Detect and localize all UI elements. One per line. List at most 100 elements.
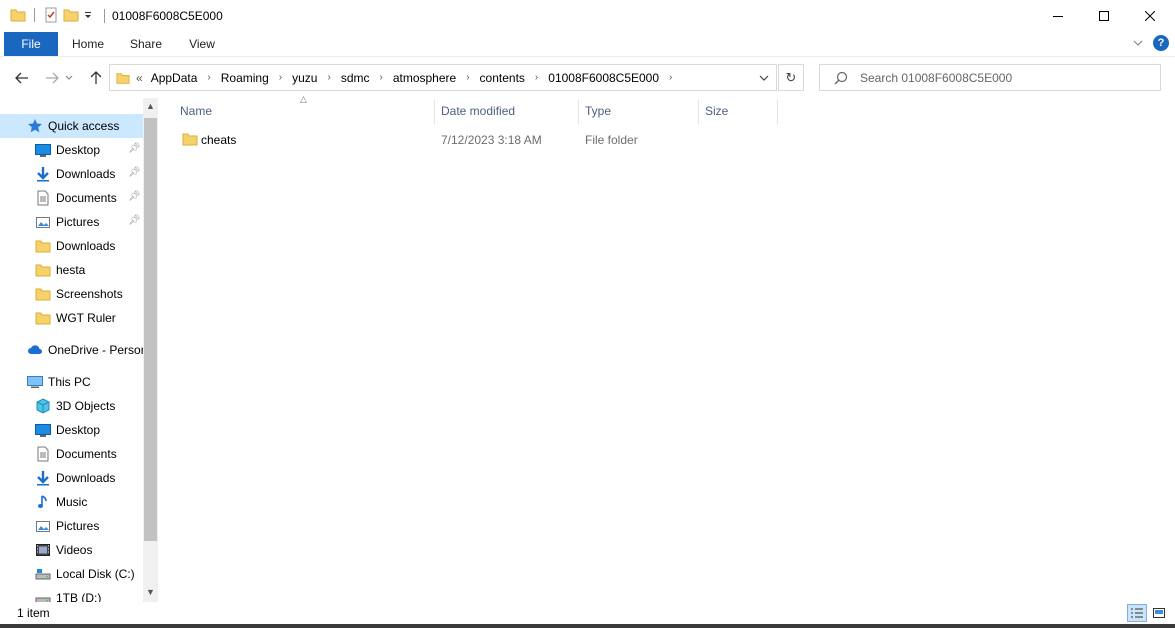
recent-locations-button[interactable] [62,67,76,89]
column-header-size[interactable]: Size [705,104,728,124]
refresh-button[interactable]: ↻ [778,64,804,91]
breadcrumb-overflow[interactable]: « [136,71,143,85]
chevron-right-icon[interactable]: › [379,72,382,83]
minimize-button[interactable] [1035,0,1081,32]
search-icon [834,71,848,85]
file-list: △ Name Date modified Type Size cheats 7/… [160,94,1175,602]
chevron-right-icon[interactable]: › [466,72,469,83]
help-icon[interactable]: ? [1153,35,1169,51]
tab-file[interactable]: File [4,32,58,56]
customize-toolbar-icon[interactable] [83,7,93,23]
scroll-up-arrow[interactable]: ▲ [143,98,158,114]
chevron-right-icon[interactable]: › [669,72,672,83]
address-history-button[interactable] [752,65,776,90]
new-folder-icon[interactable] [63,7,79,23]
maximize-button[interactable] [1081,0,1127,32]
sidebar-scrollbar[interactable]: ▲ ▼ [143,98,158,602]
chevron-right-icon[interactable]: › [279,72,282,83]
breadcrumb-roaming[interactable]: Roaming [221,71,269,85]
chevron-right-icon[interactable]: › [327,72,330,83]
tab-view[interactable]: View [182,32,222,56]
star-icon [27,118,43,134]
sidebar-item-label: WGT Ruler [56,311,116,325]
separator [34,8,35,22]
sidebar-item-documents-pinned[interactable]: Documents 📌︎ [0,186,143,210]
sidebar-item-pictures[interactable]: Pictures [0,514,143,538]
sidebar-item-this-pc[interactable]: This PC [0,370,143,394]
sidebar-item-videos[interactable]: Videos [0,538,143,562]
column-header-date-modified[interactable]: Date modified [441,104,515,124]
sidebar-item-label: This PC [48,375,91,389]
breadcrumb-sdmc[interactable]: sdmc [341,71,370,85]
sidebar-item-downloads[interactable]: Downloads [0,466,143,490]
maximize-icon [1099,11,1109,21]
status-bar: 1 item [0,602,1175,624]
sidebar-item-label: Pictures [56,215,100,229]
quick-access-toolbar [10,7,93,23]
sidebar-item-downloads-pinned[interactable]: Downloads 📌︎ [0,162,143,186]
sidebar-item-local-disk-c[interactable]: Local Disk (C:) [0,562,143,586]
folder-icon [35,262,51,278]
file-type: File folder [585,133,638,147]
breadcrumb-contents[interactable]: contents [480,71,525,85]
sidebar-item-screenshots[interactable]: Screenshots [0,282,143,306]
cube-icon [35,398,51,414]
expand-ribbon-icon[interactable] [1133,39,1143,47]
tab-home[interactable]: Home [66,32,110,56]
pin-icon: 📌︎ [128,143,141,154]
desktop-icon [35,422,51,438]
up-button[interactable] [85,67,107,89]
forward-button[interactable] [41,67,63,89]
details-view-button[interactable] [1127,604,1147,622]
chevron-right-icon[interactable]: › [207,72,210,83]
column-header-type[interactable]: Type [585,104,611,124]
sidebar-item-onedrive[interactable]: OneDrive - Persor [0,338,143,362]
sidebar-item-label: Videos [56,543,93,557]
close-button[interactable] [1127,0,1173,32]
breadcrumb-appdata[interactable]: AppData [151,71,198,85]
navigation-bar: « AppData › Roaming › yuzu › sdmc › atmo… [0,56,1175,98]
sidebar-item-3d-objects[interactable]: 3D Objects [0,394,143,418]
sidebar-item-label: Quick access [48,119,120,133]
sidebar-item-documents[interactable]: Documents [0,442,143,466]
breadcrumb-atmosphere[interactable]: atmosphere [393,71,456,85]
tab-share[interactable]: Share [124,32,168,56]
large-icons-view-icon [1152,607,1166,619]
breadcrumb-yuzu[interactable]: yuzu [292,71,317,85]
table-row[interactable]: cheats 7/12/2023 3:18 AM File folder [176,128,776,150]
sidebar-item-wgt-ruler[interactable]: WGT Ruler [0,306,143,330]
column-divider[interactable] [777,100,778,124]
search-box[interactable]: Search 01008F6008C5E000 [819,64,1161,91]
back-button[interactable] [11,67,33,89]
sidebar-item-pictures-pinned[interactable]: Pictures 📌︎ [0,210,143,234]
column-header-name[interactable]: Name [180,104,212,124]
sidebar-item-music[interactable]: Music [0,490,143,514]
sidebar-item-desktop[interactable]: Desktop [0,418,143,442]
address-bar[interactable]: « AppData › Roaming › yuzu › sdmc › atmo… [109,64,777,91]
sidebar-item-label: Pictures [56,519,100,533]
taskbar-edge [0,624,1175,628]
sidebar-item-desktop-pinned[interactable]: Desktop 📌︎ [0,138,143,162]
sidebar-item-label: OneDrive - Persor [48,343,143,357]
sidebar-item-1tb-d[interactable]: 1TB (D:) [0,586,143,602]
large-icons-view-button[interactable] [1149,604,1169,622]
properties-icon[interactable] [43,7,59,23]
sidebar-item-hesta[interactable]: hesta [0,258,143,282]
breadcrumb-current[interactable]: 01008F6008C5E000 [548,71,659,85]
sidebar-item-label: Screenshots [56,287,123,301]
sort-ascending-icon: △ [300,94,307,104]
column-divider[interactable] [578,100,579,124]
chevron-down-icon [759,75,769,81]
column-divider[interactable] [434,100,435,124]
sidebar-item-label: Local Disk (C:) [56,567,135,581]
sidebar-item-label: 3D Objects [56,399,116,413]
column-divider[interactable] [698,100,699,124]
chevron-right-icon[interactable]: › [535,72,538,83]
file-name: cheats [201,133,237,147]
sidebar-item-downloads-folder[interactable]: Downloads [0,234,143,258]
sidebar-item-quick-access[interactable]: Quick access [0,114,143,138]
file-date-modified: 7/12/2023 3:18 AM [441,133,542,147]
scroll-down-arrow[interactable]: ▼ [143,584,158,600]
sidebar-item-label: Desktop [56,423,101,437]
scrollbar-thumb[interactable] [144,118,157,541]
